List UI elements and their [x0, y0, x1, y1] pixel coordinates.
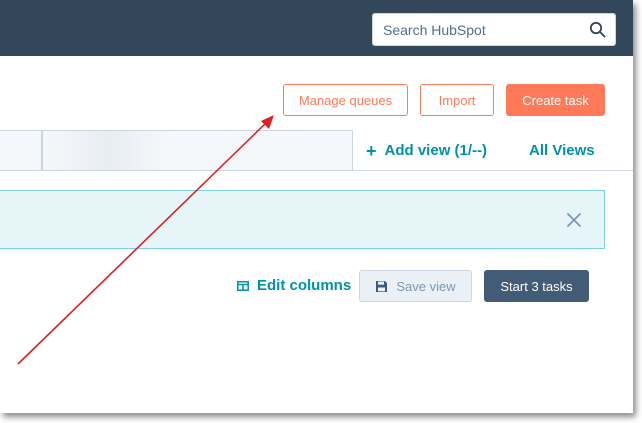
edit-columns-label: Edit columns [257, 277, 352, 294]
search-icon[interactable] [589, 21, 606, 38]
edit-columns-button[interactable]: Edit columns [237, 277, 351, 294]
floppy-disk-icon [376, 280, 388, 292]
close-icon[interactable] [567, 213, 581, 227]
save-view-button[interactable]: Save view [359, 270, 472, 302]
create-task-button[interactable]: Create task [506, 84, 605, 116]
add-view-button[interactable]: + Add view (1/--) [366, 140, 488, 161]
plus-icon: + [366, 140, 377, 161]
start-tasks-button[interactable]: Start 3 tasks [484, 270, 589, 302]
manage-queues-button[interactable]: Manage queues [283, 84, 408, 116]
save-view-label: Save view [396, 278, 456, 294]
import-button[interactable]: Import [420, 84, 494, 116]
all-views-link[interactable]: All Views [529, 142, 595, 159]
search-placeholder: Search HubSpot [383, 22, 486, 38]
view-tab[interactable] [0, 130, 42, 170]
search-input[interactable]: Search HubSpot [372, 13, 616, 46]
info-banner [0, 190, 605, 249]
view-tabs: + Add view (1/--) All Views [0, 130, 633, 171]
top-navigation-bar: Search HubSpot [0, 0, 633, 56]
app-window: Search HubSpot Manage queues Import Crea… [0, 0, 633, 413]
add-view-label: Add view (1/--) [384, 142, 488, 159]
table-columns-icon [237, 280, 249, 291]
view-tab[interactable] [42, 130, 353, 170]
